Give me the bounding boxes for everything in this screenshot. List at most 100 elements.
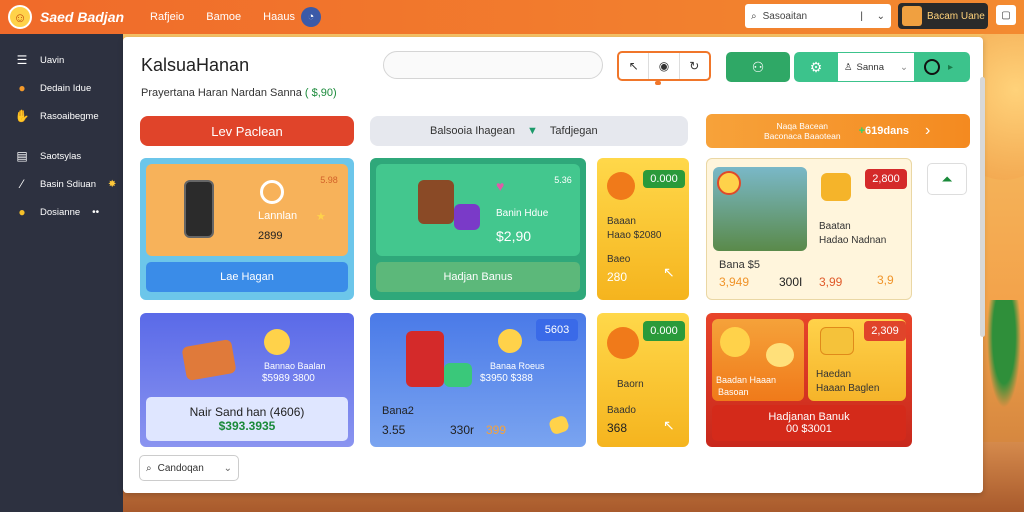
gray-tab-label: Balsooia Ihagean	[430, 125, 516, 137]
app-logo-icon: ☺	[8, 5, 32, 29]
filter-dropdown[interactable]: ⌕ Candoqan ⌄	[139, 455, 239, 481]
top-nav: Rafjeio Bamoe Haaus	[150, 11, 295, 23]
toggle-circle-icon[interactable]	[924, 59, 940, 75]
sidebar-item-label: Dedain Idue	[40, 82, 92, 94]
orange-promo-button[interactable]: Naqa Bacean Baconaca Baaotean +619dans ›	[706, 114, 970, 148]
card-line-1: Baadan Haaan	[716, 375, 777, 385]
chevron-down-icon[interactable]: ⌄	[877, 11, 885, 22]
top-search-box[interactable]: ⌕ Sasoaitan | ⌄	[745, 4, 891, 28]
main-search-input[interactable]	[383, 51, 603, 79]
coin-icon	[766, 343, 794, 367]
card-line-2: Baatan	[819, 221, 851, 232]
users-icon: ⚇	[751, 58, 765, 75]
sidebar-item-3[interactable]: ✋ Rasoaibegme	[0, 102, 123, 130]
cursor-icon[interactable]: ↖	[619, 53, 650, 79]
gray-tab-bar[interactable]: Balsooia Ihagean ▼ Tafdjegan	[370, 116, 688, 146]
search-separator: |	[860, 10, 863, 22]
top-nav-item[interactable]: Rafjeio	[150, 11, 184, 23]
users-button[interactable]: ⚇	[726, 52, 790, 82]
sidebar-item-5[interactable]: ⁄ Basin Sdiuan ✸	[0, 170, 123, 198]
promo-line-2: Baconaca Baaotean	[764, 131, 841, 141]
coin-icon	[260, 180, 284, 204]
card-line-1: Baorn	[617, 379, 644, 390]
card-value-1: 3.55	[382, 423, 406, 437]
triangle-down-icon: ▼	[527, 125, 538, 137]
card-value: $393.3935	[218, 419, 276, 433]
card-value: 2899	[258, 230, 283, 242]
shop-card-5[interactable]: Bannao Baalan $5989 3800 Nair Sand han (…	[140, 313, 354, 447]
sidebar-item-label: Uavin	[40, 54, 65, 66]
package-icon	[181, 338, 237, 382]
card-button[interactable]: Lae Hagan	[146, 262, 348, 292]
notification-icon[interactable]: ◔	[300, 7, 321, 27]
red-action-button[interactable]: Lev Paclean	[140, 116, 354, 146]
refresh-icon[interactable]: ↻	[680, 53, 709, 79]
list-icon: ☰	[16, 53, 28, 67]
heart-icon: ♥	[496, 178, 505, 194]
shop-card-6[interactable]: 5603 Banaa Roeus $3950 $388 Bana2 3.55 3…	[370, 313, 586, 447]
crate-icon	[821, 173, 851, 201]
window-icon[interactable]: ▢	[996, 5, 1016, 25]
fruit-icon	[607, 172, 635, 200]
card-line-1: Bana $5	[719, 259, 760, 271]
card-title: Nair Sand han (4606)	[189, 405, 305, 419]
background-palm	[984, 300, 1024, 420]
hand-icon: ✋	[14, 109, 30, 123]
app-title: Saed Badjan	[40, 9, 125, 25]
more-dots-icon[interactable]: ••	[92, 207, 99, 218]
sidebar-item-2[interactable]: ● Dedain Idue	[0, 74, 123, 102]
card-line-2: $5989 3800	[262, 373, 315, 384]
subtitle-amount: ( $,90)	[304, 87, 337, 99]
sort-select-value: Sanna	[856, 61, 885, 73]
bell-icon[interactable]: ⏶	[927, 163, 967, 195]
user-profile-button[interactable]: Bacam Uane	[898, 3, 988, 29]
active-indicator	[655, 81, 661, 85]
coin-icon	[264, 329, 290, 355]
sort-select[interactable]: ♙ Sanna ⌄	[838, 53, 914, 81]
sidebar-item-4[interactable]: ▤ Saotsylas	[0, 142, 123, 170]
gear-icon[interactable]: ⚙	[794, 59, 838, 76]
card-value: 368	[607, 421, 628, 435]
price-tag: 2,800	[865, 169, 907, 189]
card-value-3: 3,99	[819, 275, 843, 289]
sidebar-item-6[interactable]: ● Dosianne ••	[0, 198, 123, 226]
settings-toolbar: ⚙ ♙ Sanna ⌄ ▸	[794, 52, 970, 82]
fruit-icon	[607, 327, 639, 359]
shop-card-4[interactable]: 2,800 Baatan Hadao Nadnan Bana $5 3,949 …	[706, 158, 912, 300]
card-button[interactable]: Hadjanan Banuk 00 $3001	[712, 405, 906, 441]
search-icon: ⌕	[751, 10, 757, 22]
chevron-down-icon: ⌄	[900, 61, 908, 73]
price-tag: 0.000	[643, 321, 685, 341]
chevron-down-icon: ⌄	[223, 462, 232, 474]
top-search-placeholder: Sasoaitan	[762, 10, 808, 22]
shop-card-2[interactable]: ♥ Banin Hdue $2,90 5.36 Hadjan Banus	[370, 158, 586, 300]
card-line-2: Baado	[607, 405, 636, 416]
cup-icon	[418, 180, 454, 224]
card-button-label: Hadjanan Banuk	[768, 411, 850, 423]
top-nav-item[interactable]: Bamoe	[206, 11, 241, 23]
shop-card-1[interactable]: Lannlan ★ 2899 5.98 Lae Hagan	[140, 158, 354, 300]
shop-card-8[interactable]: 2,309 Baadan Haaan Basoan Haedan Haaan B…	[706, 313, 912, 447]
location-icon[interactable]: ◉	[649, 53, 680, 79]
sidebar-item-label: Rasoaibegme	[40, 110, 99, 122]
shop-card-3[interactable]: 0.000 Baaan Haao $2080 Baeo 280 ↖	[597, 158, 689, 300]
top-nav-item[interactable]: Haaus	[263, 11, 295, 23]
shop-card-7[interactable]: 0.000 Baorn Baado 368 ↖	[597, 313, 689, 447]
arrow-right-icon[interactable]: ▸	[948, 62, 953, 73]
card-value: 280	[607, 270, 628, 284]
scrollbar[interactable]	[980, 77, 985, 337]
tool-group: ↖ ◉ ↻	[617, 51, 711, 81]
promo-text: Naqa Bacean Baconaca Baaotean	[764, 121, 841, 141]
sidebar-item-label: Dosianne	[40, 206, 81, 218]
card-label: Bana2	[382, 405, 414, 417]
card-value-2: 300I	[779, 275, 803, 289]
card-button[interactable]: Hadjan Banus	[376, 262, 580, 292]
sidebar-item-label: Saotsylas	[40, 150, 82, 162]
avatar	[902, 6, 922, 26]
gray-tab-label-right: Tafdjegan	[549, 125, 598, 137]
sidebar-item-1[interactable]: ☰ Uavin	[0, 46, 123, 74]
filter-label: Candoqan	[157, 462, 204, 474]
card-value-2: 330r	[450, 423, 475, 437]
page-title: KalsuaHanan	[141, 55, 250, 75]
